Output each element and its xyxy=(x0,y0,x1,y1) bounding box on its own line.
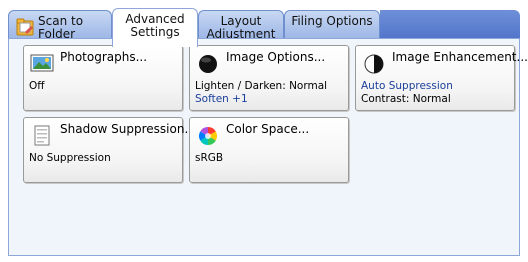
document-icon xyxy=(34,125,50,146)
card-title: Color Space... xyxy=(226,122,310,136)
tab-label-line1: Layout xyxy=(220,14,262,28)
half-circle-icon xyxy=(364,54,384,74)
color-space-button[interactable]: Color Space... sRGB xyxy=(189,117,349,183)
card-value: sRGB xyxy=(195,152,224,164)
image-enhancement-button[interactable]: Image Enhancement... Auto Suppression Co… xyxy=(355,45,528,111)
color-wheel-icon xyxy=(198,127,218,145)
card-title: Image Enhancement... xyxy=(392,50,528,64)
image-options-button[interactable]: Image Options... Lighten / Darken: Norma… xyxy=(189,45,349,111)
card-value: Off xyxy=(29,80,45,92)
folder-icon xyxy=(16,18,34,36)
tab-label-line1: Advanced xyxy=(125,12,185,26)
black-circle-icon xyxy=(199,55,217,73)
card-title: Shadow Suppression... xyxy=(60,122,196,136)
settings-panel: Photographs... Off Image Options... Ligh… xyxy=(8,38,528,256)
card-title: Photographs... xyxy=(60,50,148,64)
card-value: No Suppression xyxy=(29,152,111,164)
card-title: Image Options... xyxy=(226,50,326,64)
card-value: Soften +1 xyxy=(195,93,248,105)
card-value: Lighten / Darken: Normal xyxy=(195,80,328,92)
tab-advanced-settings[interactable]: Advanced Settings xyxy=(112,8,198,47)
shadow-suppression-button[interactable]: Shadow Suppression... No Suppression xyxy=(23,117,196,183)
tab-label-line2: Settings xyxy=(130,25,180,39)
card-value: Auto Suppression xyxy=(361,80,453,92)
photograph-icon xyxy=(30,54,54,72)
photographs-button[interactable]: Photographs... Off xyxy=(23,45,183,111)
tab-label-line1: Filing Options xyxy=(291,14,373,28)
tab-label-line1: Scan to xyxy=(38,14,84,28)
card-value: Contrast: Normal xyxy=(361,93,451,105)
